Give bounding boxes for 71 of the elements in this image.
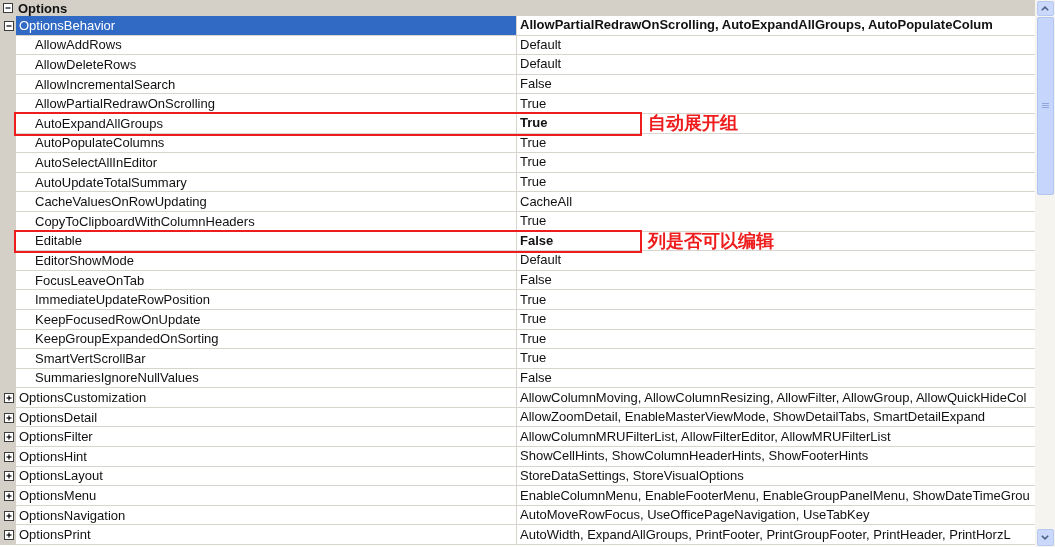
property-name-cell[interactable]: OptionsHint [16,447,517,467]
property-value[interactable]: True [520,351,547,366]
property-value[interactable]: ShowCellHints, ShowColumnHeaderHints, ShowFooterHints [520,449,869,464]
scroll-thumb[interactable] [1036,17,1054,195]
property-name-cell[interactable]: OptionsBehavior [16,16,517,36]
property-value[interactable]: StoreDataSettings, StoreVisualOptions [520,468,744,483]
property-name-cell[interactable]: FocusLeaveOnTab [16,270,517,291]
property-name-cell[interactable]: CacheValuesOnRowUpdating [16,192,517,212]
property-name-cell[interactable]: OptionsPrint [16,525,517,546]
property-value[interactable]: True [520,155,547,170]
property-value[interactable]: EnableColumnMenu, EnableFooterMenu, EnableGroupPanelMenu, ShowDateTimeGrou [520,488,1030,503]
property-name-cell[interactable]: SummariesIgnoreNullValues [16,368,517,389]
property-value[interactable]: True [520,116,548,131]
expand-icon[interactable] [3,530,14,541]
property-value[interactable]: CacheAll [520,194,573,209]
property-value[interactable]: AllowColumnMoving, AllowColumnResizing, AllowFilter, AllowGroup, AllowQuickHideCol [520,390,1027,405]
property-value[interactable]: True [520,312,547,327]
property-value[interactable]: True [520,214,547,229]
property-value[interactable]: True [520,135,547,150]
property-value[interactable]: AutoWidth, ExpandAllGroups, PrintFooter, PrintGroupFooter, PrintHeader, PrintHorzL [520,527,1011,542]
collapse-icon[interactable] [3,3,13,13]
collapse-icon[interactable] [3,20,14,31]
property-value[interactable]: Default [520,253,562,268]
property-value[interactable]: True [520,331,547,346]
property-name-cell[interactable]: OptionsDetail [16,407,517,428]
property-value[interactable]: True [520,292,547,307]
property-value[interactable]: False [520,233,554,248]
property-name-cell[interactable]: EditorShowMode [16,251,517,271]
property-name-cell[interactable]: SmartVertScrollBar [16,349,517,369]
property-value[interactable]: False [520,371,552,385]
property-value[interactable]: False [520,77,552,92]
expand-icon[interactable] [3,393,14,404]
property-name-cell[interactable]: AutoUpdateTotalSummary [16,172,517,193]
chevron-up-icon [1041,6,1049,11]
scroll-up-button[interactable] [1036,1,1054,16]
property-name-cell[interactable]: KeepGroupExpandedOnSorting [16,329,517,350]
property-value[interactable]: AutoMoveRowFocus, UseOfficePageNavigation, UseTabKey [520,508,870,523]
scroll-down-button[interactable] [1036,529,1054,546]
property-value[interactable]: AllowColumnMRUFilterList, AllowFilterEditor, AllowMRUFilterList [520,429,891,444]
expand-icon[interactable] [3,510,14,521]
property-name-cell[interactable]: AllowAddRows [16,35,517,56]
chevron-down-icon [1041,535,1049,540]
expand-icon[interactable] [3,432,14,443]
property-name-cell[interactable]: AutoSelectAllInEditor [16,153,517,173]
property-name-cell[interactable]: ImmediateUpdateRowPosition [16,290,517,310]
category-title: Options [18,0,68,16]
annotation-label: 自动展开组 [648,111,738,134]
property-value[interactable]: AllowZoomDetail, EnableMasterViewMode, ShowDetailTabs, SmartDetailExpand [520,410,986,425]
property-name-cell[interactable]: OptionsLayout [16,466,517,487]
grip-icon [1041,103,1049,109]
expand-icon[interactable] [3,471,14,482]
property-name-cell[interactable]: OptionsFilter [16,427,517,448]
property-name-cell[interactable]: AllowDeleteRows [16,55,517,75]
property-value[interactable]: False [520,273,552,287]
vertical-scrollbar[interactable] [1035,0,1055,547]
property-value[interactable]: True [520,96,547,111]
property-name-cell[interactable]: KeepFocusedRowOnUpdate [16,309,517,330]
expand-icon[interactable] [3,451,14,462]
property-name-cell[interactable]: OptionsCustomization [16,388,517,408]
annotation-label: 列是否可以编辑 [648,229,774,252]
property-value[interactable]: Default [520,37,562,52]
expand-icon[interactable] [3,491,14,502]
property-name-cell[interactable]: OptionsMenu [16,486,517,506]
property-value[interactable]: True [520,175,547,190]
category-header[interactable]: Options [0,0,1035,16]
property-name-cell[interactable]: OptionsNavigation [16,505,517,526]
property-name-cell[interactable]: Editable [16,231,517,252]
property-name-cell[interactable]: AutoExpandAllGroups [16,113,517,134]
property-value[interactable]: Default [520,57,562,72]
expand-icon[interactable] [3,412,14,423]
property-name-cell[interactable]: AllowIncrementalSearch [16,74,517,95]
